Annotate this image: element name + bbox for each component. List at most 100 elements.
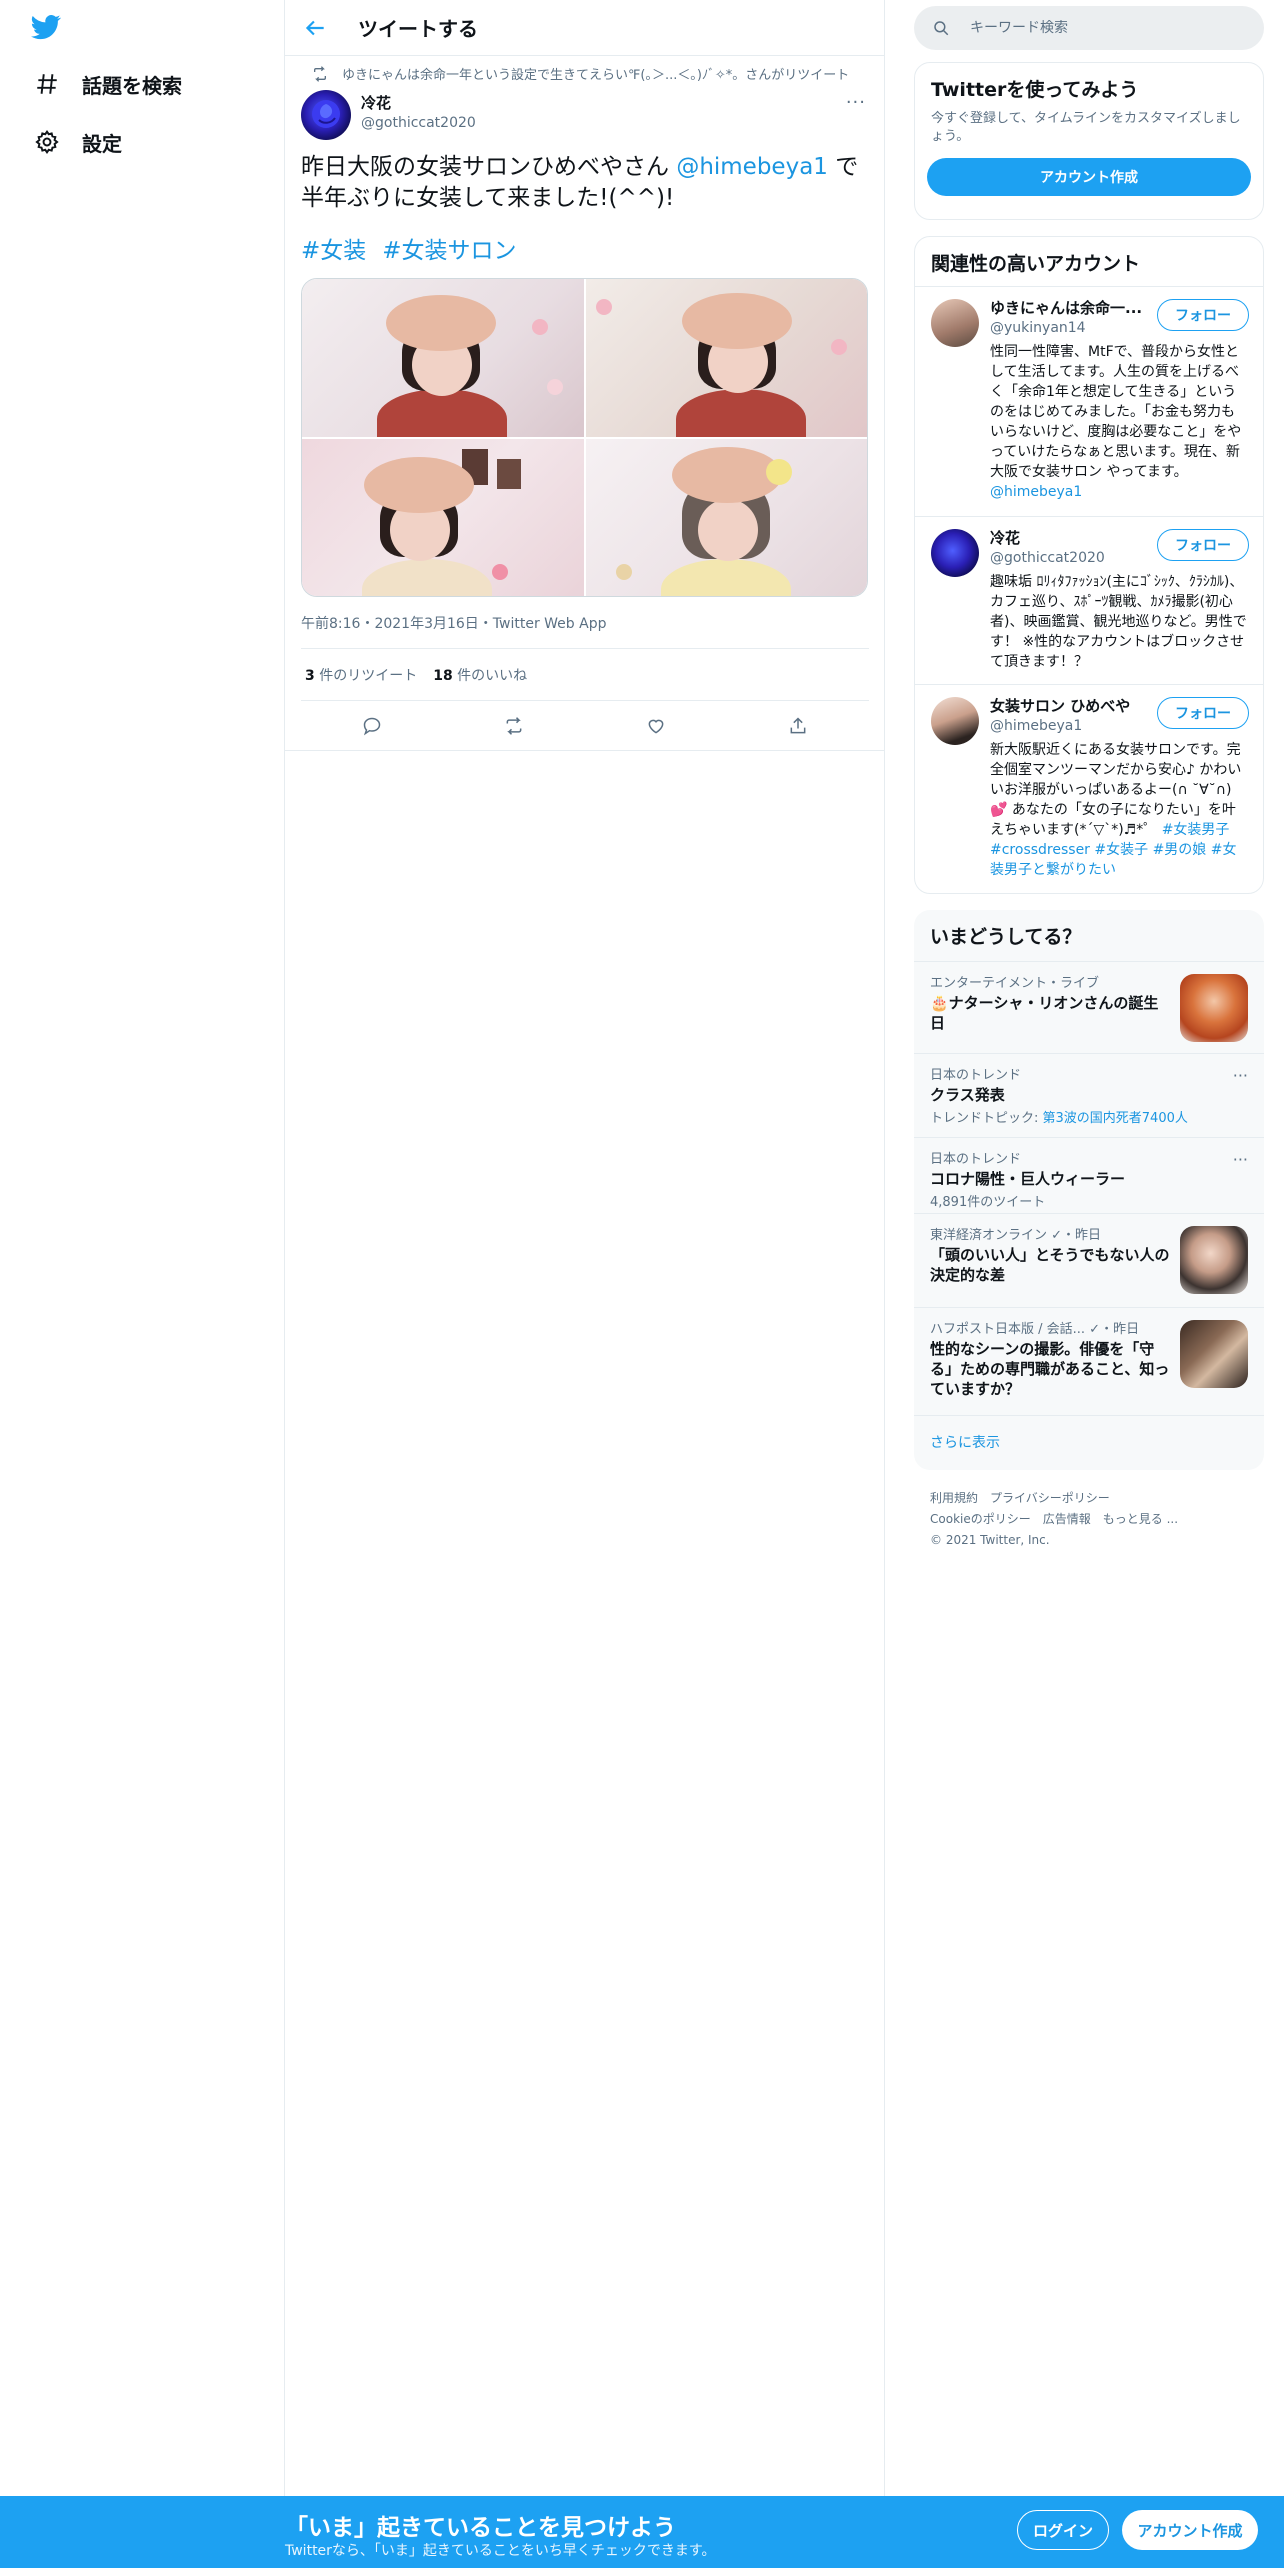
related-accounts-title: 関連性の高いアカウント <box>931 253 1141 275</box>
footer-link[interactable]: 広告情報 <box>1043 1512 1091 1526</box>
signup-card: Twitterを使ってみよう 今すぐ登録して、タイムラインをカスタマイズしましょ… <box>914 62 1264 220</box>
retweet-context-text: ゆきにゃんは余命一年という設定で生きてえらい℉(｡＞...＜｡)ﾉﾞ✧*。さんが… <box>342 68 850 83</box>
retweet-icon <box>314 65 326 82</box>
more-options-icon[interactable]: ··· <box>1233 1066 1248 1085</box>
related-account[interactable]: 女装サロン ひめべや @himebeya1 新大阪駅近くにある女装サロンです。完… <box>915 684 1263 893</box>
account-bio: 趣味垢 ﾛﾘｨﾀﾌｧｯｼｮﾝ(主にｺﾞｼｯｸ、ｸﾗｼｶﾙ)、カフェ巡り、ｽﾎﾟｰ… <box>990 574 1247 670</box>
author-name: 冷花 <box>361 94 392 112</box>
twitter-bird-icon[interactable] <box>28 12 64 42</box>
trend-topic-link[interactable]: 第3波の国内死者7400人 <box>1043 1111 1188 1126</box>
trend-item[interactable]: 東洋経済オンライン ✓・昨日 「頭のいい人」とそうでもない人の決定的な差 <box>914 1213 1264 1307</box>
avatar <box>931 697 979 745</box>
more-options-icon[interactable]: ··· <box>1233 1150 1248 1169</box>
signup-banner: 「いま」起きていることを見つけよう Twitterなら、「いま」起きていることを… <box>0 2496 1284 2568</box>
main-column: ツイートする ゆきにゃんは余命一年という設定で生きてえらい℉(｡＞...＜｡)ﾉ… <box>285 0 885 2496</box>
trend-title: 性的なシーンの撮影。俳優を「守る」ための専門職があること、知っていますか？ <box>930 1340 1170 1398</box>
footer-links: 利用規約 プライバシーポリシー Cookieのポリシー 広告情報 もっと見る ... … <box>930 1488 1260 1551</box>
hashtag-icon <box>37 74 57 94</box>
more-options-icon[interactable]: ··· <box>846 92 866 113</box>
nav-settings[interactable]: 設定 <box>34 122 122 162</box>
footer-link[interactable]: 利用規約 <box>930 1491 978 1505</box>
trend-thumbnail <box>1180 1320 1248 1388</box>
back-arrow-icon[interactable] <box>302 15 328 41</box>
related-account[interactable]: ゆきにゃんは余命一... @yukinyan14 性同一性障害、MtFで、普段か… <box>915 286 1263 516</box>
footer-link[interactable]: もっと見る ... <box>1103 1512 1178 1526</box>
account-bio: 新大阪駅近くにある女装サロンです。完全個室マンツーマンだから安心♪ かわいいお洋… <box>990 740 1247 880</box>
nav-explore-label: 話題を検索 <box>82 73 182 98</box>
trend-subtitle: 4,891件のツイート <box>930 1195 1046 1210</box>
tweet-text-pre: 昨日大阪の女装サロンひめべやさん <box>301 154 677 180</box>
show-more-link[interactable]: さらに表示 <box>914 1415 1264 1468</box>
share-icon[interactable] <box>788 716 808 736</box>
trend-title: コロナ陽性・巨人ウィーラー <box>930 1170 1126 1188</box>
trends-card: いまどうしてる？ エンターテイメント・ライブ 🎂ナターシャ・リオンさんの誕生日 … <box>914 910 1264 1470</box>
tweet-photo-4[interactable] <box>585 438 867 596</box>
tweet-text: 昨日大阪の女装サロンひめべやさん @himebeya1 で半年ぶりに女装して来ま… <box>301 152 871 214</box>
tweet-hashtags: #女装 #女装サロン <box>301 236 533 267</box>
author-avatar[interactable] <box>301 90 351 140</box>
tweet-mention-link[interactable]: @himebeya1 <box>676 154 828 180</box>
search-input[interactable] <box>970 20 1250 36</box>
like-stat[interactable]: 18 件のいいね <box>433 665 527 685</box>
tweet-stats: 3 件のリツイート 18 件のいいね <box>305 665 527 685</box>
trend-subtitle: トレンドトピック: 第3波の国内死者7400人 <box>930 1107 1248 1126</box>
search-bar[interactable] <box>914 6 1264 50</box>
account-bio-text: 性同一性障害、MtFで、普段から女性として生活してます。人生の質を上げるべく「余… <box>990 344 1242 480</box>
page-header: ツイートする <box>285 0 884 56</box>
trends-title: いまどうしてる？ <box>930 926 1082 948</box>
related-account[interactable]: 冷花 @gothiccat2020 趣味垢 ﾛﾘｨﾀﾌｧｯｼｮﾝ(主にｺﾞｼｯｸ… <box>915 516 1263 684</box>
banner-title: 「いま」起きていることを見つけよう <box>285 2515 676 2541</box>
related-accounts-card: 関連性の高いアカウント ゆきにゃんは余命一... @yukinyan14 性同一… <box>914 236 1264 894</box>
retweet-count: 3 <box>305 668 315 684</box>
login-button[interactable]: ログイン <box>1017 2510 1109 2550</box>
retweet-context[interactable]: ゆきにゃんは余命一年という設定で生きてえらい℉(｡＞...＜｡)ﾉﾞ✧*。さんが… <box>300 64 849 83</box>
trend-thumbnail <box>1180 974 1248 1042</box>
retweet-stat[interactable]: 3 件のリツイート <box>305 665 417 685</box>
trend-title: 「頭のいい人」とそうでもない人の決定的な差 <box>930 1246 1170 1284</box>
divider <box>301 648 869 649</box>
tweet-actions <box>301 700 869 752</box>
divider <box>285 750 885 751</box>
bio-mention-link[interactable]: @himebeya1 <box>990 484 1082 500</box>
blue-rose-image <box>312 100 340 128</box>
signup-card-title: Twitterを使ってみよう <box>931 79 1139 101</box>
tweet-photo-1[interactable] <box>302 279 584 437</box>
create-account-button[interactable]: アカウント作成 <box>927 158 1251 196</box>
tweet-photo-3[interactable] <box>302 438 584 596</box>
nav-explore[interactable]: 話題を検索 <box>34 64 182 104</box>
follow-button[interactable]: フォロー <box>1157 299 1249 331</box>
like-count: 18 <box>433 668 453 684</box>
left-navigation: 話題を検索 設定 <box>0 0 285 2496</box>
trend-item[interactable]: 日本のトレンド クラス発表 トレンドトピック: 第3波の国内死者7400人 ··… <box>914 1053 1264 1137</box>
copyright: © 2021 Twitter, Inc. <box>930 1533 1050 1547</box>
like-icon[interactable] <box>646 716 666 736</box>
signup-card-subtitle: 今すぐ登録して、タイムラインをカスタマイズしましょう。 <box>931 111 1241 144</box>
trend-title: クラス発表 <box>930 1086 1005 1104</box>
account-bio: 性同一性障害、MtFで、普段から女性として生活してます。人生の質を上げるべく「余… <box>990 342 1247 502</box>
nav-settings-label: 設定 <box>82 131 122 156</box>
banner-subtitle: Twitterなら、「いま」起きていることをいち早くチェックできます。 <box>285 2543 716 2559</box>
footer-link[interactable]: Cookieのポリシー <box>930 1512 1031 1526</box>
trend-title: 🎂ナターシャ・リオンさんの誕生日 <box>930 994 1159 1032</box>
hashtag-link[interactable]: #女装 <box>301 238 366 264</box>
page-title: ツイートする <box>358 17 478 41</box>
signup-button[interactable]: アカウント作成 <box>1122 2510 1258 2550</box>
trend-subtitle-prefix: トレンドトピック: <box>930 1111 1043 1126</box>
avatar <box>931 529 979 577</box>
hashtag-link[interactable]: #女装サロン <box>382 238 516 264</box>
retweet-icon[interactable] <box>504 716 524 736</box>
trend-item[interactable]: エンターテイメント・ライブ 🎂ナターシャ・リオンさんの誕生日 <box>914 961 1264 1053</box>
tweet-timestamp[interactable]: 午前8:16・2021年3月16日・Twitter Web App <box>301 613 606 633</box>
author-info[interactable]: 冷花 @gothiccat2020 <box>361 92 476 131</box>
follow-button[interactable]: フォロー <box>1157 529 1249 561</box>
gear-icon <box>35 130 59 154</box>
footer-link[interactable]: プライバシーポリシー <box>990 1491 1110 1505</box>
retweet-label: 件のリツイート <box>319 668 418 684</box>
trend-item[interactable]: ハフポスト日本版 / 会話... ✓・昨日 性的なシーンの撮影。俳優を「守る」た… <box>914 1307 1264 1415</box>
trend-category: 日本のトレンド <box>930 1152 1022 1167</box>
tweet-photo-2[interactable] <box>585 279 867 437</box>
trend-item[interactable]: 日本のトレンド コロナ陽性・巨人ウィーラー 4,891件のツイート ··· <box>914 1137 1264 1213</box>
trend-thumbnail <box>1180 1226 1248 1294</box>
reply-icon[interactable] <box>362 716 382 736</box>
follow-button[interactable]: フォロー <box>1157 697 1249 729</box>
